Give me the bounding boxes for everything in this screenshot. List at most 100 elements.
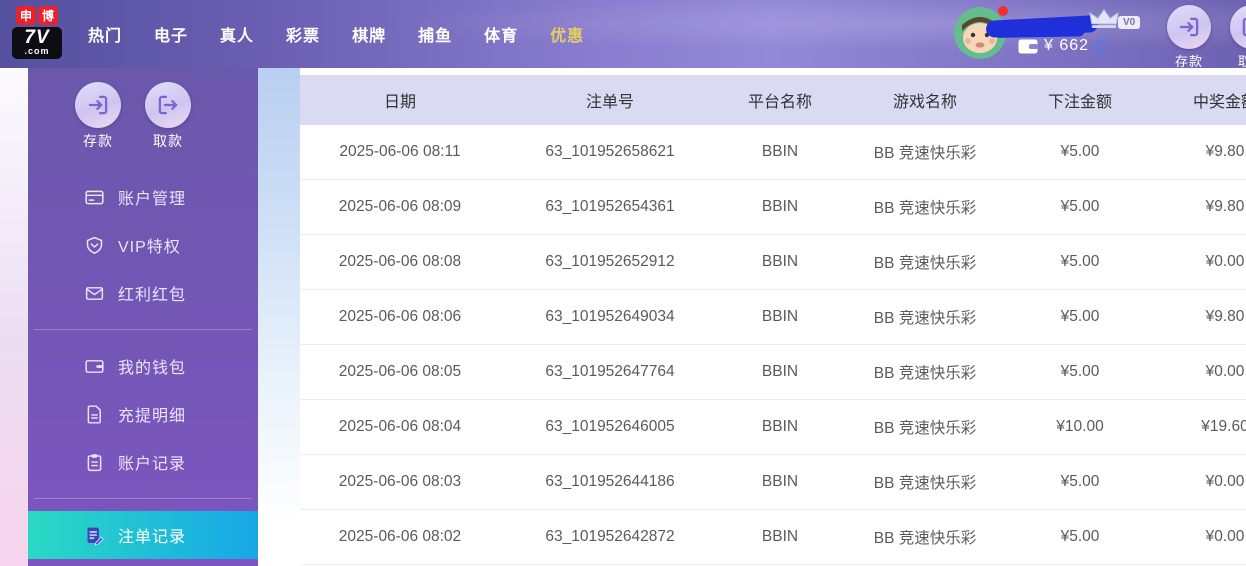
sidebar-deposit-button[interactable]: 存款 <box>74 82 122 151</box>
col-header-game: 游戏名称 <box>892 94 957 111</box>
table-row: 2025-06-06 08:09 63_101952654361 BBIN BB 竞速… <box>300 180 1246 235</box>
nav-item-2[interactable]: 电子 <box>138 22 204 46</box>
cell-bet-amount: ¥5.00 <box>1060 473 1100 490</box>
cell-order-no: 63_101952658621 <box>545 143 675 160</box>
sidebar-item-label: VIP特权 <box>118 239 181 256</box>
topbar-withdraw-button-label: 取款 <box>1237 54 1246 69</box>
vip-shield-icon <box>84 235 105 256</box>
vip-level-badge[interactable]: V0 <box>1118 16 1141 29</box>
sidebar-menu: 账户管理 VIP特权红利红包我的钱包充提明细账户记录注单记录 <box>28 173 258 559</box>
brand-logo[interactable]: 申 博 7V .com <box>12 6 62 59</box>
sidebar-glow-decor <box>258 68 300 566</box>
clipboard-icon <box>84 452 105 473</box>
sidebar-item-0-0[interactable]: 账户管理 <box>28 173 258 221</box>
brand-badge-1: 申 <box>16 6 36 25</box>
cell-date: 2025-06-06 08:05 <box>338 363 462 380</box>
transfer-in-icon <box>1167 5 1211 49</box>
table-row: 2025-06-06 08:08 63_101952652912 BBIN BB 竞速… <box>300 235 1246 290</box>
sidebar-withdraw-button[interactable]: 取款 <box>144 82 192 151</box>
cell-platform: BBIN <box>761 363 799 380</box>
sidebar-item-0-1[interactable]: VIP特权 <box>28 221 258 269</box>
wallet-icon <box>84 356 105 377</box>
col-header-bet-amount: 下注金额 <box>1047 94 1112 111</box>
cell-order-no: 63_101952652912 <box>545 253 675 270</box>
nav-item-8[interactable]: 优惠 <box>534 22 600 46</box>
notification-dot-icon <box>998 6 1008 16</box>
cell-date: 2025-06-06 08:11 <box>339 143 461 160</box>
cell-date: 2025-06-06 08:03 <box>338 473 462 490</box>
cell-game: BB 竞速快乐彩 <box>873 255 977 272</box>
cell-date: 2025-06-06 08:08 <box>338 253 462 270</box>
nav-item-1[interactable]: 热门 <box>72 22 138 46</box>
cell-win-amount: ¥19.60 <box>1201 418 1246 435</box>
cell-order-no: 63_101952647764 <box>545 363 675 380</box>
refresh-icon[interactable] <box>1092 35 1113 57</box>
username-redaction <box>985 15 1099 38</box>
sidebar: 存款 取款 账户管理 VIP特权红利红包我的钱包充提明细账户记录注单记录 <box>28 68 258 566</box>
file-icon <box>84 404 105 425</box>
sidebar-item-1-0[interactable]: 我的钱包 <box>28 342 258 390</box>
menu-divider <box>34 498 252 499</box>
cell-game: BB 竞速快乐彩 <box>873 310 977 327</box>
nav-item-6[interactable]: 捕鱼 <box>402 22 468 46</box>
col-header-order-no: 注单号 <box>585 94 634 111</box>
cell-date: 2025-06-06 08:09 <box>338 198 462 215</box>
table-row: 2025-06-06 08:05 63_101952647764 BBIN BB 竞速… <box>300 345 1246 400</box>
cell-game: BB 竞速快乐彩 <box>873 145 977 162</box>
cell-platform: BBIN <box>761 143 799 160</box>
nav-item-7[interactable]: 体育 <box>468 22 534 46</box>
sidebar-withdraw-button-label: 取款 <box>153 133 183 149</box>
cell-bet-amount: ¥5.00 <box>1060 253 1100 270</box>
sidebar-item-0-2[interactable]: 红利红包 <box>28 269 258 317</box>
brand-badges: 申 博 <box>12 6 62 25</box>
cell-bet-amount: ¥5.00 <box>1060 143 1100 160</box>
envelope-icon <box>84 283 105 304</box>
menu-divider <box>34 329 252 330</box>
cell-platform: BBIN <box>761 528 799 545</box>
nav-item-3[interactable]: 真人 <box>204 22 270 46</box>
main-nav: 热门 电子 真人 彩票 棋牌 捕鱼 体育 优惠 <box>72 0 600 68</box>
sidebar-deposit-button-label: 存款 <box>83 133 113 149</box>
sidebar-item-label: 我的钱包 <box>118 360 187 377</box>
sidebar-item-2-0[interactable]: 注单记录 <box>28 511 258 559</box>
record-pen-icon <box>84 525 105 546</box>
bet-records-panel: 日期 注单号 平台名称 游戏名称 下注金额 中奖金额 2025-06-06 08:11 63… <box>300 75 1246 566</box>
table-row: 2025-06-06 08:04 63_101952646005 BBIN BB 竞速… <box>300 400 1246 455</box>
sidebar-item-label: 账户记录 <box>118 456 187 473</box>
cell-game: BB 竞速快乐彩 <box>873 200 977 217</box>
sidebar-item-1-2[interactable]: 账户记录 <box>28 438 258 486</box>
nav-item-5[interactable]: 棋牌 <box>336 22 402 46</box>
sidebar-item-label: 注单记录 <box>118 529 187 546</box>
col-header-date: 日期 <box>383 94 416 111</box>
cell-bet-amount: ¥10.00 <box>1056 418 1104 435</box>
cell-win-amount: ¥0.00 <box>1205 528 1245 545</box>
cell-platform: BBIN <box>761 198 799 215</box>
cell-win-amount: ¥0.00 <box>1205 253 1245 270</box>
table-body: 2025-06-06 08:11 63_101952658621 BBIN BB 竞速… <box>300 125 1246 565</box>
cell-platform: BBIN <box>761 308 799 325</box>
topbar-deposit-button[interactable]: 存款 <box>1165 5 1213 70</box>
transfer-in-icon <box>75 82 121 128</box>
sidebar-item-label: 账户管理 <box>118 191 187 208</box>
cell-game: BB 竞速快乐彩 <box>873 420 977 437</box>
nav-item-4[interactable]: 彩票 <box>270 22 336 46</box>
crown-icon[interactable] <box>1088 8 1120 30</box>
topbar: 申 博 7V .com 热门 电子 真人 彩票 棋牌 捕鱼 体育 优惠 V0 ¥… <box>0 0 1246 70</box>
cell-win-amount: ¥0.00 <box>1205 363 1245 380</box>
table-row: 2025-06-06 08:03 63_101952644186 BBIN BB 竞速… <box>300 455 1246 510</box>
sidebar-item-1-1[interactable]: 充提明细 <box>28 390 258 438</box>
cell-game: BB 竞速快乐彩 <box>873 365 977 382</box>
cell-bet-amount: ¥5.00 <box>1060 528 1100 545</box>
table-row: 2025-06-06 08:11 63_101952658621 BBIN BB 竞速… <box>300 125 1246 180</box>
cell-platform: BBIN <box>761 473 799 490</box>
cell-bet-amount: ¥5.00 <box>1060 363 1100 380</box>
cell-game: BB 竞速快乐彩 <box>873 475 977 492</box>
topbar-withdraw-button[interactable]: 取款 <box>1228 5 1246 70</box>
page-left-decor <box>0 68 28 566</box>
cell-game: BB 竞速快乐彩 <box>873 530 977 547</box>
table-header-row: 日期 注单号 平台名称 游戏名称 下注金额 中奖金额 <box>300 75 1246 125</box>
balance-row: ¥ 662 <box>1018 35 1113 57</box>
brand-tld: .com <box>24 46 50 56</box>
sidebar-item-label: 充提明细 <box>118 408 187 425</box>
cell-bet-amount: ¥5.00 <box>1060 198 1100 215</box>
